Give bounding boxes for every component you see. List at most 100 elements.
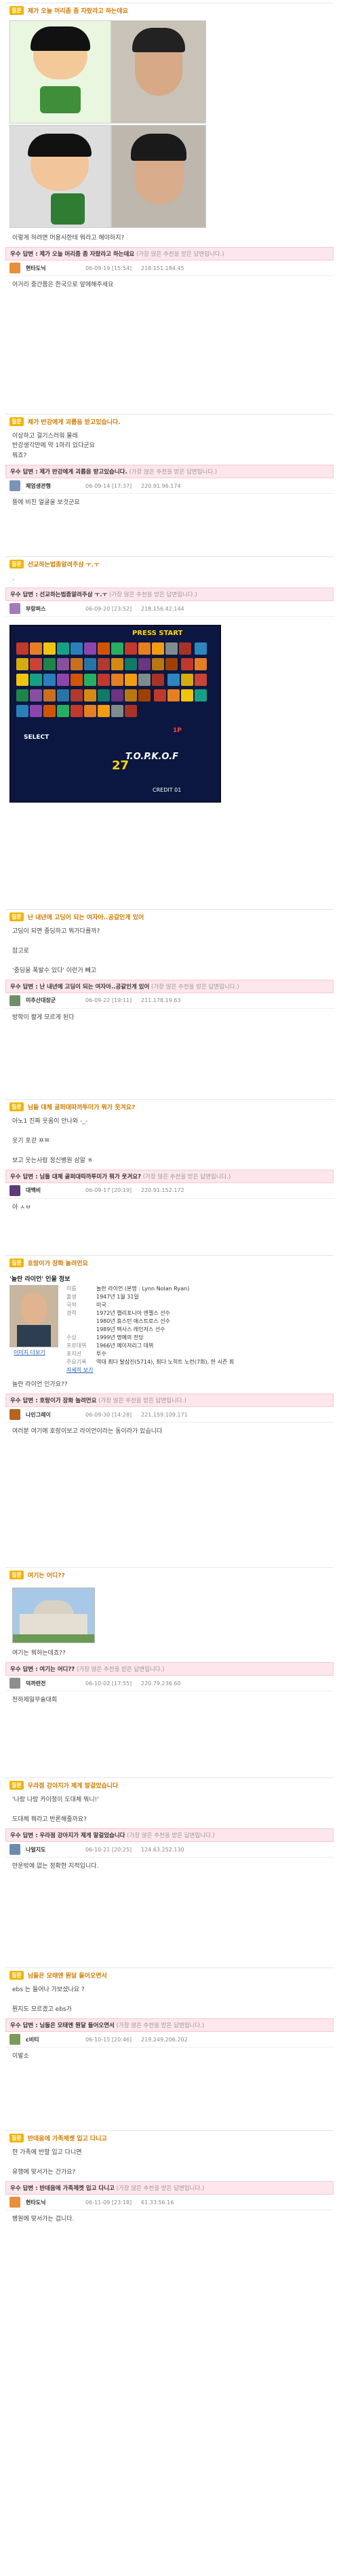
question-badge: 질문 xyxy=(9,1781,24,1790)
answer-prefix: 우수 답변 : xyxy=(10,983,38,991)
question-badge: 질문 xyxy=(9,1102,24,1111)
question-title[interactable]: 제가 반강에게 괴롭음 받고있습니다. xyxy=(28,417,121,426)
best-answer-bar[interactable]: 우수 답변 : 우라점 강아지가 제게 말걸었습니다 (가장 많은 추천을 받은… xyxy=(5,1828,334,1843)
info-row: 포지션 투수 xyxy=(66,1350,234,1358)
info-value: 투수 xyxy=(96,1351,106,1357)
question-header[interactable]: 질문 선교하는법좀알려주삼 ㅜ.ㅜ xyxy=(5,556,334,571)
answer-user-row: 대백비 06-09-17 [20:19] 220.91.152.172 xyxy=(5,1183,334,1199)
avatar xyxy=(9,1844,20,1856)
answer-prefix: 우수 답변 : xyxy=(10,251,38,258)
question-title[interactable]: 여기는 어디?? xyxy=(28,1571,65,1579)
answer-prefix: 우수 답변 : xyxy=(10,1666,38,1674)
answer-user-row: 미추산대장군 06-09-22 [19:11] 211.178.19.63 xyxy=(5,993,334,1009)
answer-prefix: 우수 답변 : xyxy=(10,1173,38,1180)
info-value: 1972년 캘리포니아 엔젤스 선수 xyxy=(96,1310,170,1316)
best-answer-bar[interactable]: 우수 답변 : 반데음에 가족제켓 입고 다니고 (가장 많은 추천을 받은 답… xyxy=(5,2181,334,2195)
question-title[interactable]: 제가 오늘 머리좀 좀 자랐라고 하는데요 xyxy=(28,6,128,15)
info-value: 1947년 1월 31일 xyxy=(96,1294,139,1300)
best-answer-bar[interactable]: 우수 답변 : 제가 오늘 머리좀 좀 자랐라고 하는데요 (가장 많은 추천을… xyxy=(5,247,334,261)
info-value: 1989년 텍사스 레인저스 선수 xyxy=(96,1326,165,1332)
avatar xyxy=(9,263,20,274)
question-title[interactable]: 선교하는법좀알려주삼 ㅜ.ㅜ xyxy=(28,560,100,569)
answer-body: 천하제일무술대회 xyxy=(12,1697,58,1704)
question-header[interactable]: 질문 님들 대체 골퍼대따까투미가 뭐가 웃겨요? xyxy=(5,1099,334,1114)
user-name[interactable]: 나얼지도 xyxy=(26,1846,80,1853)
user-name[interactable]: c비티 xyxy=(26,2036,80,2043)
info-key: 경력 xyxy=(66,1310,77,1316)
question-header[interactable]: 질문 난 내년에 고딩이 되는 여자아..공갈인게 있어 xyxy=(5,909,334,924)
info-row: 수상 1999년 명예의 전당 xyxy=(66,1334,234,1342)
avatar xyxy=(9,1409,20,1421)
question-header[interactable]: 질문 님들은 모태엔 뭔달 들어오면서 xyxy=(5,1967,334,1982)
question-title[interactable]: 반데음에 가족제켓 입고 다니고 xyxy=(28,2134,107,2142)
best-answer-bar[interactable]: 우수 답변 : 난 내년에 고딩이 되는 여자아..공갈인게 있어 (가장 많은… xyxy=(5,979,334,993)
question-header[interactable]: 질문 반데음에 가족제켓 입고 다니고 xyxy=(5,2130,334,2145)
answer-user-row: c비티 06-10-15 [20:46] 219.249.206.202 xyxy=(5,2032,334,2048)
question-header[interactable]: 질문 호랑이가 장화 놀려먼요 xyxy=(5,1255,334,1270)
answer-ip: 220.91.96.174 xyxy=(141,482,181,489)
best-answer-bar[interactable]: 우수 답변 : 선교하는법좀알려주삼 ㅜ.ㅜ (가장 많은 추천을 받은 답변입… xyxy=(5,588,334,602)
best-answer-bar[interactable]: 우수 답변 : 제가 반강에게 괴롭음 받고있습니다. (가장 많은 추천을 받… xyxy=(5,465,334,479)
answer-user-row: 현타도닉 06-09-19 [15:54] 218.151.184.45 xyxy=(5,261,334,277)
user-name[interactable]: 현타도닉 xyxy=(26,2199,80,2206)
best-answer-bar[interactable]: 우수 답변 : 호랑이가 장화 놀려먼요 (가장 많은 추천을 받은 답변입니다… xyxy=(5,1393,334,1408)
character-grid xyxy=(16,642,215,720)
answer-title: 님들 대체 골퍼대따까투미가 뭐가 웃겨요? xyxy=(39,1173,142,1180)
user-name[interactable]: 체엄생관행 xyxy=(26,482,80,490)
info-row: 국적 미국 xyxy=(66,1301,234,1309)
user-name[interactable]: 대백비 xyxy=(26,1187,80,1194)
info-key: 프로데뷔 xyxy=(66,1343,87,1349)
answer-ip: 211.178.19.63 xyxy=(141,997,181,1004)
best-answer-bar[interactable]: 우수 답변 : 님들은 모태엔 뭔달 들어오면서 (가장 많은 추천을 받은 답… xyxy=(5,2018,334,2033)
question-title[interactable]: 난 내년에 고딩이 되는 여자아..공갈인게 있어 xyxy=(28,912,144,921)
question-title[interactable]: 님들 대체 골퍼대따까투미가 뭐가 웃겨요? xyxy=(28,1102,136,1111)
answer-body: 이발소 xyxy=(12,2053,29,2060)
user-name[interactable]: 덕까련전 xyxy=(26,1680,80,1687)
answer-tip: (가장 많은 추천을 받은 답변입니다.) xyxy=(129,469,218,476)
post-10: 질문 반데음에 가족제켓 입고 다니고 한 가족에 반할 입고 다니면 유행에 … xyxy=(0,2130,339,2229)
post-8: 질문 우라점 강아지가 제게 말걸었습니다 '나랑 나랑 카이정이 도대체 뭐니… xyxy=(0,1777,339,1876)
user-name[interactable]: 미추산대장군 xyxy=(26,997,80,1004)
game-select: SELECT xyxy=(24,734,49,742)
question-header[interactable]: 질문 제가 오늘 머리좀 좀 자랐라고 하는데요 xyxy=(5,3,334,18)
info-key: 주요기록 xyxy=(66,1359,87,1365)
page: 질문 제가 오늘 머리좀 좀 자랐라고 하는데요 이렇게 하려면 머용사한테 뭐… xyxy=(0,0,339,2576)
answer-user-row: 현타도닉 06-11-09 [23:18] 61.33.56.16 xyxy=(5,2195,334,2211)
question-badge: 질문 xyxy=(9,2134,24,2142)
answer-title: 제가 반강에게 괴롭음 받고있습니다. xyxy=(39,469,127,476)
answer-title: 반데음에 가족제켓 입고 다니고 xyxy=(39,2185,115,2193)
question-body: '나랑 나랑 카이정이 도대체 뭐니!' 도대체 뭐라고 반론해줄까요? xyxy=(12,1796,99,1823)
info-row: 1989년 텍사스 레인저스 선수 xyxy=(66,1326,234,1334)
answer-tip: (가장 많은 추천을 받은 답변입니다.) xyxy=(109,592,197,599)
question-body: 아노1 진짜 웃움이 안나와 -_- 웃기 포걷 ㅉㅉ 보고 웃는사람 정신병원… xyxy=(12,1118,94,1164)
user-name[interactable]: 부랑퍼스 xyxy=(26,605,80,613)
question-title[interactable]: 우라점 강아지가 제게 말걸었습니다 xyxy=(28,1781,119,1790)
answer-ip: 219.249.206.202 xyxy=(141,2036,188,2043)
info-key: 이름 xyxy=(66,1286,77,1292)
question-title[interactable]: 님들은 모태엔 뭔달 들어오면서 xyxy=(28,1971,107,1980)
photo-more-link[interactable]: 이미지 더보기 xyxy=(14,1349,45,1356)
detail-link[interactable]: 자세히 보기 xyxy=(66,1366,234,1374)
answer-title: 우라점 강아지가 제게 말걸었습니다 xyxy=(39,1832,125,1840)
question-badge: 질문 xyxy=(9,912,24,921)
answer-date: 06-09-14 [17:37] xyxy=(85,482,132,489)
answer-body: 어거리 중간쯤은 한국으로 앞에해주세요 xyxy=(12,282,114,289)
best-answer-bar[interactable]: 우수 답변 : 여기는 어디?? (가장 많은 추천을 받은 답변입니다.) xyxy=(5,1662,334,1676)
answer-user-row: 부랑퍼스 06-09-20 [23:52] 218.156.42.144 xyxy=(5,601,334,617)
question-title[interactable]: 호랑이가 장화 놀려먼요 xyxy=(28,1258,88,1267)
question-header[interactable]: 질문 우라점 강아지가 제게 말걸었습니다 xyxy=(5,1777,334,1792)
answer-title: 호랑이가 장화 놀려먼요 xyxy=(39,1398,97,1405)
info-row: 이름 놀란 라이언 (본명 : Lynn Nolan Ryan) xyxy=(66,1285,234,1293)
user-name[interactable]: 현타도닉 xyxy=(26,265,80,272)
post-3: 질문 선교하는법좀알려주삼 ㅜ.ㅜ . 우수 답변 : 선교하는법좀알려주삼 ㅜ… xyxy=(0,556,339,811)
user-name[interactable]: 나인그레이 xyxy=(26,1411,80,1419)
post-5: 질문 님들 대체 골퍼대따까투미가 뭐가 웃겨요? 아노1 진짜 웃움이 안나와… xyxy=(0,1099,339,1216)
building-photo xyxy=(12,1588,95,1643)
info-key: 포지션 xyxy=(66,1351,82,1357)
question-header[interactable]: 질문 제가 반강에게 괴롭음 받고있습니다. xyxy=(5,414,334,429)
answer-date: 06-09-20 [23:52] xyxy=(85,605,132,612)
info-key: 국적 xyxy=(66,1302,77,1308)
best-answer-bar[interactable]: 우수 답변 : 님들 대체 골퍼대따까투미가 뭐가 웃겨요? (가장 많은 추천… xyxy=(5,1169,334,1183)
answer-tip: (가장 많은 추천을 받은 답변입니다.) xyxy=(98,1398,186,1405)
question-header[interactable]: 질문 여기는 어디?? xyxy=(5,1567,334,1582)
